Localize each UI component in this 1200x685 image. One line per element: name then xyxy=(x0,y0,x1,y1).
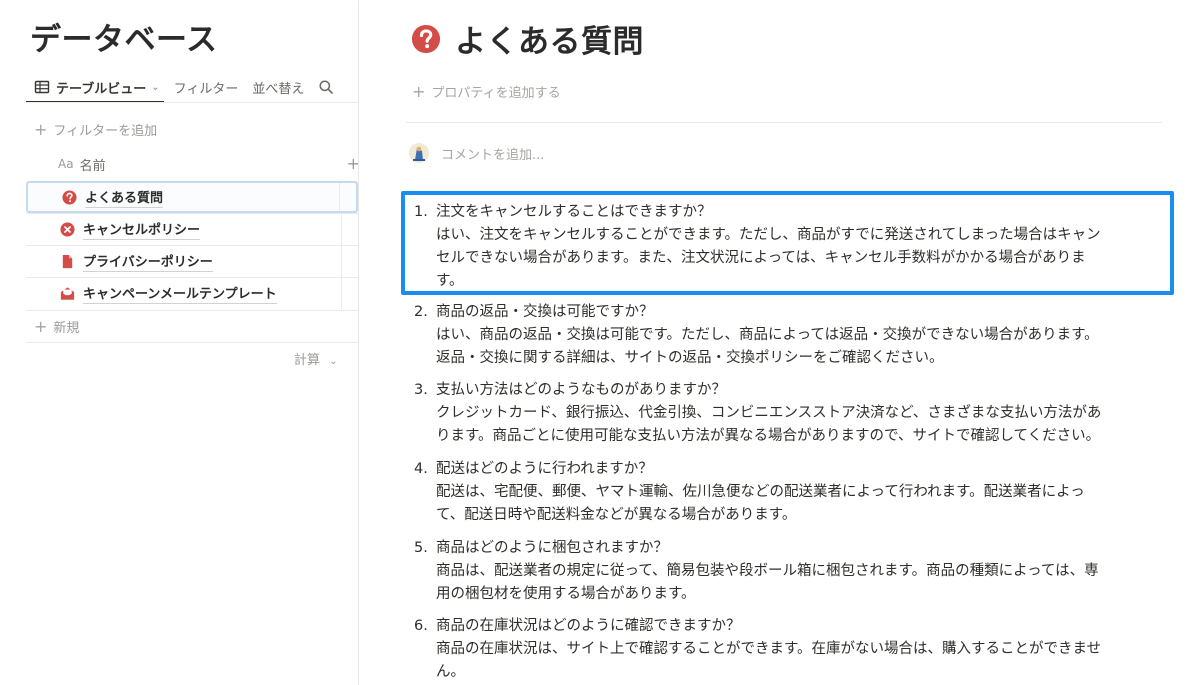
list-number: 2. xyxy=(414,304,428,320)
list-item[interactable]: 4. 配送はどのように行われますか？ 配送は、宅配便、郵便、ヤマト運輸、佐川急便… xyxy=(414,458,1154,527)
row-title: キャンセルポリシー xyxy=(83,219,201,240)
faq-question: 商品の返品・交換は可能ですか？ xyxy=(436,304,654,320)
cell-divider xyxy=(339,183,340,211)
database-panel: データベース テーブルビュー ⌄ フィルター 並べ替え + フィルターを追加 A… xyxy=(0,0,358,685)
table-row[interactable]: キャンペーンメールテンプレート xyxy=(26,277,358,309)
list-item[interactable]: 5. 商品はどのように梱包されますか？ 商品は、配送業者の規定に従って、簡易包装… xyxy=(414,537,1154,606)
row-name-cell[interactable]: キャンペーンメールテンプレート xyxy=(60,283,277,304)
database-toolbar: テーブルビュー ⌄ フィルター 並べ替え xyxy=(26,76,334,103)
new-row-button[interactable]: + 新規 xyxy=(26,310,358,343)
x-circle-icon xyxy=(60,222,75,237)
faq-answer-line: 商品の在庫状況は、サイト上で確認することができます。在庫がない場合は、購入するこ… xyxy=(436,641,1102,657)
faq-answer-line: ります。商品ごとに使用可能な支払い方法が異なる場合がありますので、サイトで確認し… xyxy=(436,428,1101,444)
faq-answer-line: ん。 xyxy=(436,664,465,680)
add-property-label: プロパティを追加する xyxy=(431,86,561,101)
list-number: 4. xyxy=(414,461,428,477)
toolbar-divider xyxy=(26,102,358,103)
sort-button[interactable]: 並べ替え xyxy=(252,78,304,97)
row-title: プライバシーポリシー xyxy=(83,251,213,272)
document-icon xyxy=(62,254,73,269)
database-rows: よくある質問 キャンセルポリシー プライバシーポリシー キャンペーンメールテンプ… xyxy=(26,181,358,309)
faq-answer-line: 返品・交換に関する詳細は、サイトの返品・交換ポリシーをご確認ください。 xyxy=(436,350,944,366)
add-column-icon[interactable]: + xyxy=(347,154,358,173)
question-circle-icon xyxy=(62,189,77,205)
plus-icon: + xyxy=(412,81,426,101)
list-item[interactable]: 2. 商品の返品・交換は可能ですか？ はい、商品の返品・交換は可能です。ただし、… xyxy=(414,301,1154,370)
table-row[interactable]: よくある質問 xyxy=(26,181,358,213)
question-circle-icon[interactable] xyxy=(411,24,441,54)
faq-answer-line: はい、注文をキャンセルすることができます。ただし、商品がすでに発送されてしまった… xyxy=(436,227,1101,243)
table-icon xyxy=(34,80,50,94)
faq-question: 注文をキャンセルすることはできますか？ xyxy=(436,204,712,220)
faq-question: 支払い方法はどのようなものがありますか？ xyxy=(436,382,726,398)
list-number: 3. xyxy=(414,382,428,398)
add-property-button[interactable]: + プロパティを追加する xyxy=(412,82,561,101)
cell-divider xyxy=(341,214,342,245)
list-item[interactable]: 1. 注文をキャンセルすることはできますか？ はい、注文をキャンセルすることがで… xyxy=(414,201,1154,293)
faq-answer-line: クレジットカード、銀行振込、代金引換、コンビニエンスストア決済など、さまざまな支… xyxy=(436,405,1102,421)
faq-question: 商品の在庫状況はどのように確認できますか？ xyxy=(436,618,741,634)
row-name-cell[interactable]: よくある質問 xyxy=(62,187,164,208)
row-title: キャンペーンメールテンプレート xyxy=(83,283,277,304)
chevron-down-icon: ⌄ xyxy=(151,81,160,93)
faq-question: 商品はどのように梱包されますか？ xyxy=(436,540,668,556)
add-filter-label: フィルターを追加 xyxy=(53,124,158,139)
list-number: 1. xyxy=(414,204,428,220)
list-item[interactable]: 3. 支払い方法はどのようなものがありますか？ クレジットカード、銀行振込、代金… xyxy=(414,379,1154,448)
cell-divider xyxy=(341,246,342,277)
user-avatar-icon xyxy=(409,143,429,163)
faq-answer-line: す。 xyxy=(436,273,464,289)
faq-answer-line: セルできない場合があります。また、注文状況によっては、キャンセル手数料がかかる場… xyxy=(436,250,1086,266)
faq-answer-line: 配送は、宅配便、郵便、ヤマト運輸、佐川急便などの配送業者によって行われます。配送… xyxy=(436,484,1085,500)
plus-icon: + xyxy=(34,119,48,139)
comment-placeholder: コメントを追加... xyxy=(441,147,545,163)
search-icon[interactable] xyxy=(318,79,334,95)
column-header-name[interactable]: Aa 名前 + xyxy=(26,148,358,180)
faq-answer-line: 商品は、配送業者の規定に従って、簡易包装や段ボール箱に梱包されます。商品の種類に… xyxy=(436,563,1099,579)
properties-divider xyxy=(406,122,1162,123)
calculate-label: 計算 xyxy=(294,353,321,368)
comment-input[interactable]: コメントを追加... xyxy=(409,143,544,163)
page-title-text[interactable]: よくある質問 xyxy=(455,16,644,61)
faq-question: 配送はどのように行われますか？ xyxy=(436,461,653,477)
list-item[interactable]: 6. 商品の在庫状況はどのように確認できますか？ 商品の在庫状況は、サイト上で確… xyxy=(414,615,1154,684)
list-number: 6. xyxy=(414,618,428,634)
plus-icon: + xyxy=(34,316,48,336)
table-row[interactable]: キャンセルポリシー xyxy=(26,213,358,245)
view-tab-label: テーブルビュー xyxy=(56,81,147,97)
table-row[interactable]: プライバシーポリシー xyxy=(26,245,358,277)
chevron-down-icon: ⌄ xyxy=(329,356,338,367)
filter-button[interactable]: フィルター xyxy=(174,78,239,97)
calculate-button[interactable]: 計算 ⌄ xyxy=(294,349,338,368)
faq-answer-line: 用の梱包材を使用する場合があります。 xyxy=(436,586,696,602)
cell-divider xyxy=(341,278,342,309)
faq-answer-line: はい、商品の返品・交換は可能です。ただし、商品によっては返品・交換ができない場合… xyxy=(436,327,1099,343)
list-number: 5. xyxy=(414,540,428,556)
add-filter-button[interactable]: + フィルターを追加 xyxy=(34,120,157,139)
page-content: よくある質問 + プロパティを追加する コメントを追加... 1. 注文をキャン… xyxy=(359,0,1200,685)
page-title: よくある質問 xyxy=(411,16,644,61)
database-title[interactable]: データベース xyxy=(30,14,217,59)
avatar xyxy=(409,143,429,163)
faq-answer-line: て、配送日時や配送料金などが異なる場合があります。 xyxy=(436,507,797,523)
mail-open-icon xyxy=(60,287,75,300)
row-name-cell[interactable]: プライバシーポリシー xyxy=(60,251,213,272)
column-header-label: 名前 xyxy=(79,158,106,174)
new-row-label: 新規 xyxy=(53,321,80,336)
row-title: よくある質問 xyxy=(85,187,164,208)
row-name-cell[interactable]: キャンセルポリシー xyxy=(60,219,201,240)
view-tab-table[interactable]: テーブルビュー ⌄ xyxy=(26,76,164,103)
text-type-icon: Aa xyxy=(58,157,74,171)
